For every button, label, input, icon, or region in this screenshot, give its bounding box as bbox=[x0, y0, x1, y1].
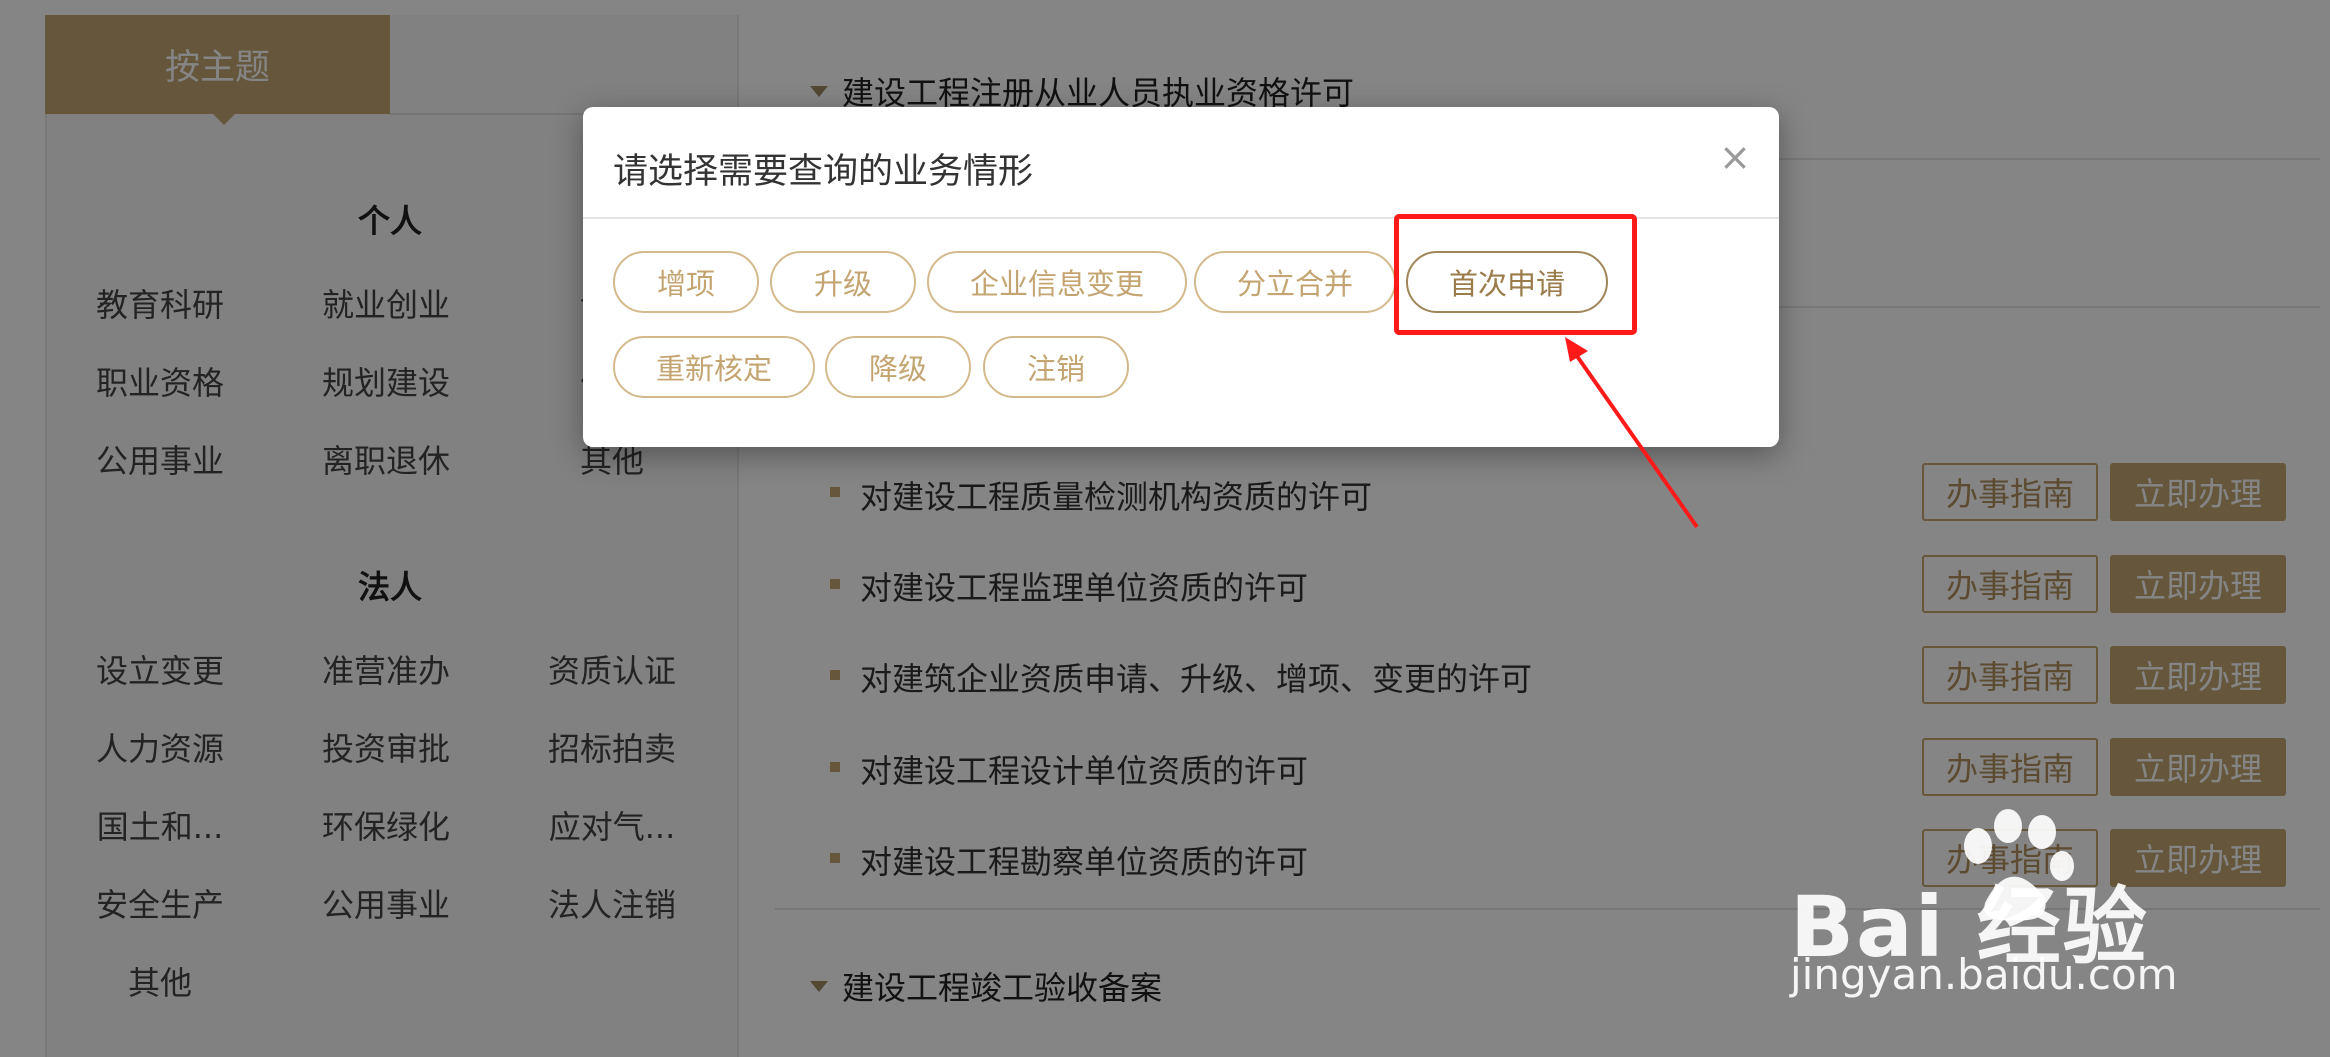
watermark-url: jingyan.baidu.com bbox=[1790, 950, 2178, 999]
